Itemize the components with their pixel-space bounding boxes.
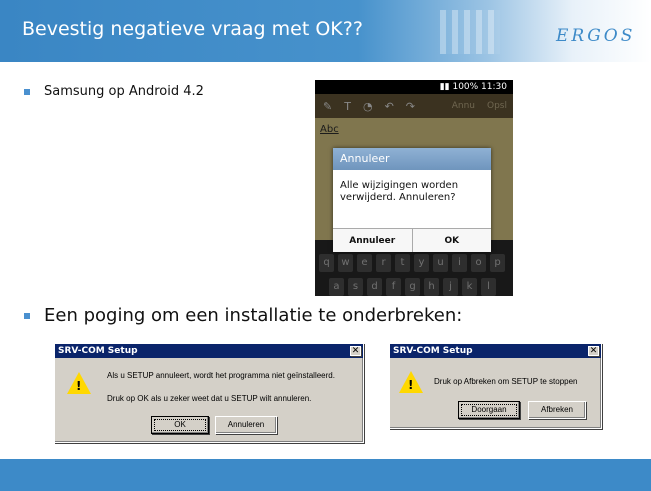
phone-status-text: 100% 11:30 xyxy=(452,82,507,92)
window-title: SRV-COM Setup xyxy=(393,346,473,356)
ergos-logo: ERGOS xyxy=(556,26,636,46)
bullet-marker-icon xyxy=(24,313,30,319)
dialog-line-1: Druk op Afbreken om SETUP te stoppen xyxy=(434,377,578,386)
brush-icon[interactable]: ◔ xyxy=(363,100,373,113)
signal-icon: ▮▮ xyxy=(439,82,453,92)
phone-toolbar: ✎ T ◔ ↶ ↷ Annu Opsl xyxy=(315,94,513,118)
bullet-item-samsung: Samsung op Android 4.2 xyxy=(24,84,204,99)
dialog-line-2: Druk op OK als u zeker weet dat u SETUP … xyxy=(107,394,312,403)
redo-icon[interactable]: ↷ xyxy=(406,100,415,113)
bullet-marker-icon xyxy=(24,89,30,95)
header-bar: Bevestig negatieve vraag met OK?? xyxy=(0,0,651,62)
exclamation-icon: ! xyxy=(408,378,414,392)
toolbar-cancel[interactable]: Annu xyxy=(452,101,475,111)
slide: Bevestig negatieve vraag met OK?? ERGOS … xyxy=(0,0,651,491)
header-decoration xyxy=(440,10,500,54)
bullet-item-installatie: Een poging om een installatie te onderbr… xyxy=(24,305,462,326)
window-title: SRV-COM Setup xyxy=(58,346,138,356)
ok-button[interactable]: OK xyxy=(151,416,209,434)
window-titlebar: SRV-COM Setup ✕ xyxy=(390,344,601,358)
dialog-message-line: verwijderd. Annuleren? xyxy=(340,192,456,203)
setup-cancel-dialog: SRV-COM Setup ✕ ! Als u SETUP annuleert,… xyxy=(54,343,364,443)
close-icon[interactable]: ✕ xyxy=(350,346,361,356)
annuleren-button[interactable]: Annuleren xyxy=(215,416,277,434)
bullet-text: Samsung op Android 4.2 xyxy=(44,84,204,99)
dialog-message: Alle wijzigingen worden verwijderd. Annu… xyxy=(333,170,491,204)
phone-status-bar: ▮▮ 100% 11:30 xyxy=(315,80,513,94)
dialog-buttons: Annuleer OK xyxy=(333,228,491,252)
dialog-message-line: Alle wijzigingen worden xyxy=(340,180,459,191)
dialog-line-1: Als u SETUP annuleert, wordt het program… xyxy=(107,371,335,380)
ok-button[interactable]: OK xyxy=(411,229,491,252)
text-icon[interactable]: T xyxy=(344,100,351,113)
setup-abort-dialog: SRV-COM Setup ✕ ! Druk op Afbreken om SE… xyxy=(389,343,602,429)
android-screenshot: ▮▮ 100% 11:30 ✎ T ◔ ↶ ↷ Annu Opsl Abc q … xyxy=(315,80,513,296)
afbreken-button[interactable]: Afbreken xyxy=(528,401,586,419)
close-icon[interactable]: ✕ xyxy=(588,346,599,356)
doorgaan-button[interactable]: Doorgaan xyxy=(458,401,520,419)
pen-icon[interactable]: ✎ xyxy=(323,100,332,113)
undo-icon[interactable]: ↶ xyxy=(385,100,394,113)
dialog-title: Annuleer xyxy=(333,148,491,170)
bullet-text: Een poging om een installatie te onderbr… xyxy=(44,305,463,326)
footer-bar xyxy=(0,459,651,491)
toolbar-save[interactable]: Opsl xyxy=(487,101,507,111)
annuleer-button[interactable]: Annuleer xyxy=(333,229,412,252)
exclamation-icon: ! xyxy=(76,379,82,393)
slide-title: Bevestig negatieve vraag met OK?? xyxy=(22,18,363,40)
window-titlebar: SRV-COM Setup ✕ xyxy=(55,344,363,358)
android-cancel-dialog: Annuleer Alle wijzigingen worden verwijd… xyxy=(333,148,491,252)
